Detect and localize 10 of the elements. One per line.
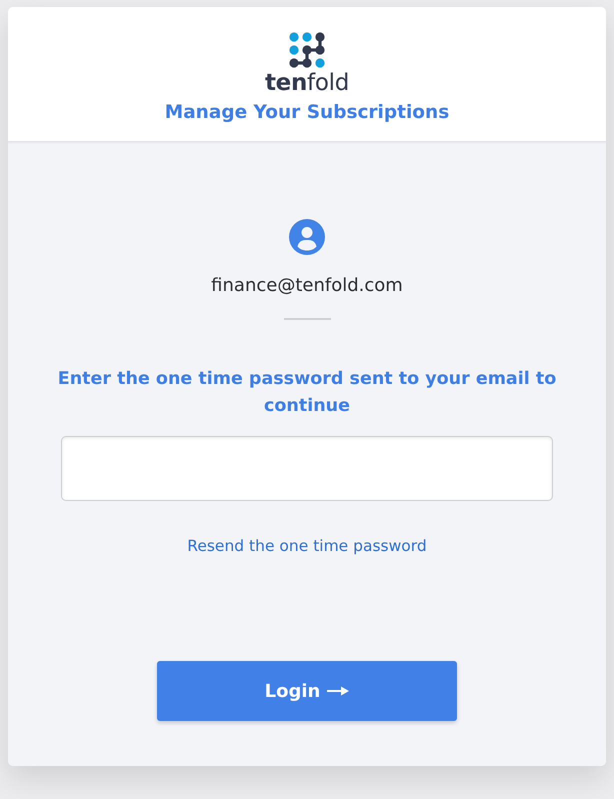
otp-input-field[interactable]: [61, 436, 553, 501]
login-button[interactable]: Login: [157, 661, 457, 721]
resend-password-link[interactable]: Resend the one time password: [187, 536, 427, 556]
account-email: finance@tenfold.com: [211, 274, 403, 298]
otp-instructions: Enter the one time password sent to your email to continue: [57, 368, 557, 418]
brand-name: tenfold: [264, 70, 350, 96]
page-title: Manage Your Subscriptions: [164, 101, 450, 125]
logo-icon: [289, 32, 325, 68]
user-avatar-icon: [289, 219, 325, 255]
arrow-right-icon: [327, 686, 350, 696]
